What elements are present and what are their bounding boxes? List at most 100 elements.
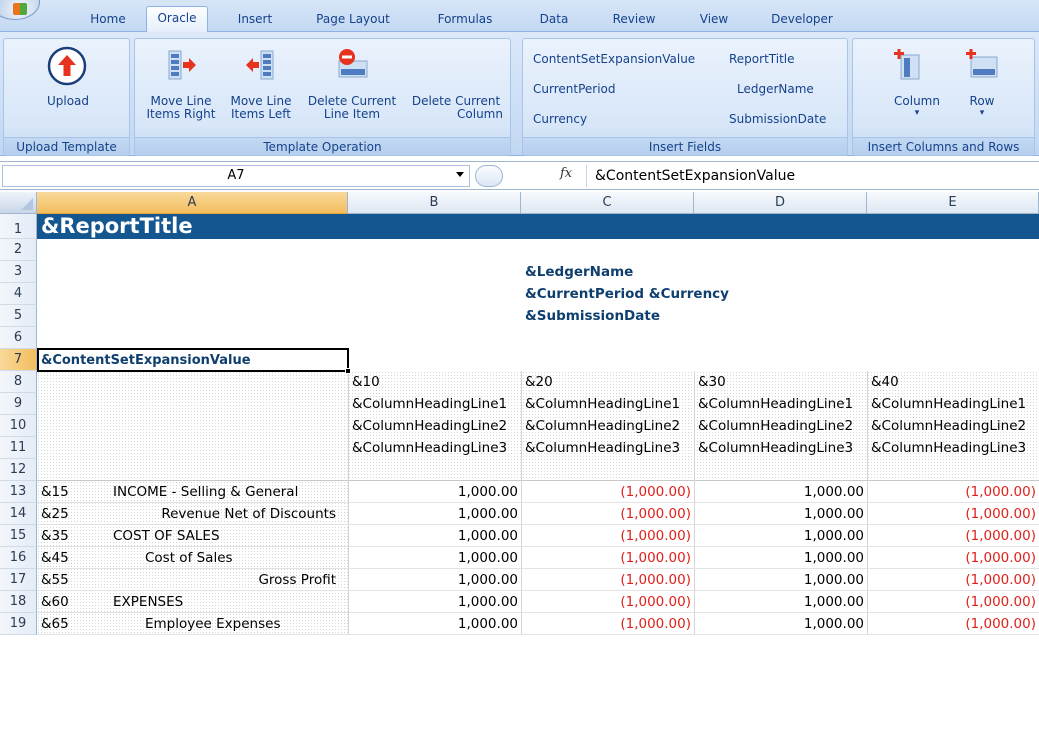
delete-current-column-button[interactable]: Delete Current Column bbox=[405, 43, 507, 133]
line-item-label[interactable]: EXPENSES bbox=[113, 591, 183, 613]
row-header-2[interactable]: 2 bbox=[0, 239, 37, 261]
column-heading-line1-cell[interactable]: &ColumnHeadingLine1 bbox=[525, 393, 692, 415]
insert-row-button[interactable]: Row ▾ bbox=[947, 43, 1017, 133]
line-item-value[interactable]: 1,000.00 bbox=[348, 613, 518, 635]
field-ledger-name[interactable]: LedgerName bbox=[737, 82, 814, 96]
submission-date-cell[interactable]: &SubmissionDate bbox=[525, 305, 660, 327]
row-header-3[interactable]: 3 bbox=[0, 261, 37, 283]
field-currency[interactable]: Currency bbox=[533, 112, 587, 126]
line-item-value[interactable]: 1,000.00 bbox=[348, 525, 518, 547]
line-item-value[interactable]: (1,000.00) bbox=[867, 481, 1036, 503]
tab-formulas[interactable]: Formulas bbox=[430, 10, 500, 32]
fill-handle[interactable] bbox=[345, 368, 351, 374]
line-item-value[interactable]: 1,000.00 bbox=[694, 591, 864, 613]
tab-oracle[interactable]: Oracle bbox=[146, 6, 208, 33]
line-item-value[interactable]: (1,000.00) bbox=[521, 525, 691, 547]
line-item-code[interactable]: &15 bbox=[41, 481, 69, 503]
ledger-name-cell[interactable]: &LedgerName bbox=[525, 261, 633, 283]
line-item-value[interactable]: (1,000.00) bbox=[521, 569, 691, 591]
row-header-13[interactable]: 13 bbox=[0, 481, 37, 503]
row-header-5[interactable]: 5 bbox=[0, 305, 37, 327]
tab-page-layout[interactable]: Page Layout bbox=[310, 10, 396, 32]
row-header-12[interactable]: 12 bbox=[0, 459, 37, 481]
column-heading-line3-cell[interactable]: &ColumnHeadingLine3 bbox=[871, 437, 1037, 459]
line-item-value[interactable]: 1,000.00 bbox=[348, 591, 518, 613]
period-currency-cell[interactable]: &CurrentPeriod &Currency bbox=[525, 283, 729, 305]
row-header-14[interactable]: 14 bbox=[0, 503, 37, 525]
worksheet-grid[interactable]: &ReportTitle 1 2 3 4 5 6 7 8 9 10 11 12 13 14 15 16 17 18 1… bbox=[0, 214, 1039, 734]
line-item-value[interactable]: 1,000.00 bbox=[694, 613, 864, 635]
line-item-value[interactable]: 1,000.00 bbox=[694, 481, 864, 503]
field-current-period[interactable]: CurrentPeriod bbox=[533, 82, 616, 96]
line-item-value[interactable]: (1,000.00) bbox=[521, 481, 691, 503]
column-header-c[interactable]: C bbox=[521, 192, 694, 214]
formula-bar-splitter[interactable] bbox=[475, 165, 503, 187]
line-item-label[interactable]: COST OF SALES bbox=[113, 525, 220, 547]
column-heading-line3-cell[interactable]: &ColumnHeadingLine3 bbox=[525, 437, 692, 459]
column-heading-line3-cell[interactable]: &ColumnHeadingLine3 bbox=[698, 437, 865, 459]
column-heading-line2-cell[interactable]: &ColumnHeadingLine2 bbox=[525, 415, 692, 437]
line-item-value[interactable]: 1,000.00 bbox=[348, 481, 518, 503]
move-line-items-right-button[interactable]: Move Line Items Right bbox=[141, 43, 221, 133]
line-item-value[interactable]: 1,000.00 bbox=[694, 569, 864, 591]
column-heading-line2-cell[interactable]: &ColumnHeadingLine2 bbox=[352, 415, 519, 437]
tab-view[interactable]: View bbox=[693, 10, 735, 32]
line-item-value[interactable]: 1,000.00 bbox=[348, 547, 518, 569]
row-header-9[interactable]: 9 bbox=[0, 393, 37, 415]
field-submission-date[interactable]: SubmissionDate bbox=[729, 112, 826, 126]
row-header-8[interactable]: 8 bbox=[0, 371, 37, 393]
line-item-value[interactable]: 1,000.00 bbox=[694, 547, 864, 569]
tab-insert[interactable]: Insert bbox=[230, 10, 280, 32]
name-box-dropdown-icon[interactable] bbox=[456, 172, 464, 177]
insert-column-button[interactable]: Column ▾ bbox=[877, 43, 957, 133]
line-item-value[interactable]: (1,000.00) bbox=[867, 613, 1036, 635]
column-heading-line2-cell[interactable]: &ColumnHeadingLine2 bbox=[871, 415, 1037, 437]
column-heading-line1-cell[interactable]: &ColumnHeadingLine1 bbox=[871, 393, 1037, 415]
row-header-18[interactable]: 18 bbox=[0, 591, 37, 613]
field-report-title[interactable]: ReportTitle bbox=[729, 52, 795, 66]
column-header-d[interactable]: D bbox=[694, 192, 867, 214]
upload-button[interactable]: Upload bbox=[24, 43, 112, 133]
column-heading-line1-cell[interactable]: &ColumnHeadingLine1 bbox=[352, 393, 519, 415]
line-item-code[interactable]: &35 bbox=[41, 525, 69, 547]
tab-review[interactable]: Review bbox=[606, 10, 662, 32]
column-heading-line3-cell[interactable]: &ColumnHeadingLine3 bbox=[352, 437, 519, 459]
line-item-value[interactable]: (1,000.00) bbox=[521, 503, 691, 525]
insert-function-icon[interactable]: fx bbox=[560, 166, 572, 181]
line-item-code[interactable]: &65 bbox=[41, 613, 69, 635]
line-item-code[interactable]: &25 bbox=[41, 503, 69, 525]
column-heading-line1-cell[interactable]: &ColumnHeadingLine1 bbox=[698, 393, 865, 415]
column-code-cell[interactable]: &30 bbox=[698, 371, 865, 393]
formula-input[interactable]: &ContentSetExpansionValue bbox=[586, 165, 1037, 187]
line-item-code[interactable]: &45 bbox=[41, 547, 69, 569]
content-set-cell-a7[interactable]: &ContentSetExpansionValue bbox=[37, 348, 349, 372]
column-header-a[interactable]: A bbox=[37, 192, 348, 214]
field-content-set-expansion-value[interactable]: ContentSetExpansionValue bbox=[533, 52, 695, 66]
line-item-label[interactable]: Cost of Sales bbox=[145, 547, 233, 569]
row-header-1[interactable]: 1 bbox=[0, 214, 37, 239]
row-header-16[interactable]: 16 bbox=[0, 547, 37, 569]
line-item-value[interactable]: (1,000.00) bbox=[521, 591, 691, 613]
column-code-cell[interactable]: &10 bbox=[352, 371, 519, 393]
line-item-value[interactable]: (1,000.00) bbox=[867, 547, 1036, 569]
line-item-value[interactable]: (1,000.00) bbox=[867, 525, 1036, 547]
column-code-cell[interactable]: &40 bbox=[871, 371, 1037, 393]
line-item-code[interactable]: &60 bbox=[41, 591, 69, 613]
line-item-label[interactable]: Revenue Net of Discounts bbox=[100, 503, 336, 525]
delete-current-line-item-button[interactable]: Delete Current Line Item bbox=[301, 43, 403, 133]
line-item-code[interactable]: &55 bbox=[41, 569, 69, 591]
line-item-value[interactable]: (1,000.00) bbox=[867, 591, 1036, 613]
row-header-4[interactable]: 4 bbox=[0, 283, 37, 305]
row-header-10[interactable]: 10 bbox=[0, 415, 37, 437]
row-header-15[interactable]: 15 bbox=[0, 525, 37, 547]
line-item-value[interactable]: 1,000.00 bbox=[694, 503, 864, 525]
line-item-value[interactable]: 1,000.00 bbox=[348, 569, 518, 591]
row-header-7[interactable]: 7 bbox=[0, 349, 37, 371]
line-item-value[interactable]: 1,000.00 bbox=[694, 525, 864, 547]
column-header-e[interactable]: E bbox=[867, 192, 1039, 214]
column-header-b[interactable]: B bbox=[348, 192, 521, 214]
tab-developer[interactable]: Developer bbox=[762, 10, 842, 32]
row-header-11[interactable]: 11 bbox=[0, 437, 37, 459]
column-heading-line2-cell[interactable]: &ColumnHeadingLine2 bbox=[698, 415, 865, 437]
row-header-17[interactable]: 17 bbox=[0, 569, 37, 591]
